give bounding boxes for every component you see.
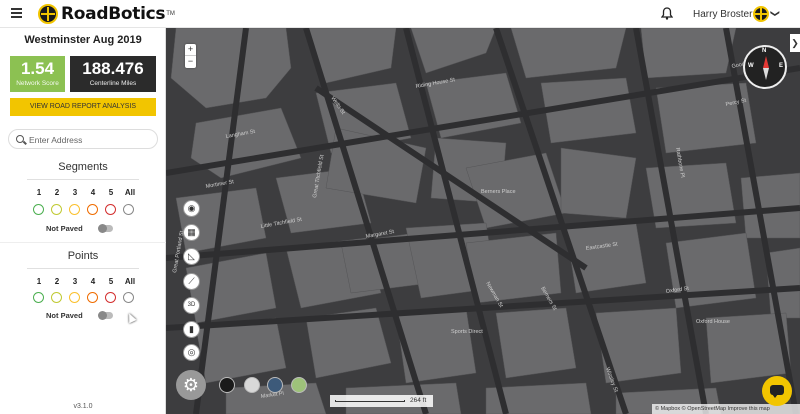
sidebar: Westminster Aug 2019 1.54 Network Score … [0,28,166,414]
scale-line [335,400,405,402]
zoom-out-button[interactable]: − [185,56,196,68]
points-rating-3-toggle[interactable] [69,292,80,303]
app-version: v3.1.0 [73,403,93,410]
network-score-label: Network Score [16,80,59,87]
points-rating-toggles [33,292,141,303]
place-label: Sports Direct [451,329,483,335]
settings-gear-icon[interactable]: ⚙ [176,370,206,400]
segments-divider [27,179,139,180]
measure-icon[interactable]: ◺ [183,248,200,265]
mouse-cursor [125,311,137,324]
map-canvas[interactable]: Wells St Mortimer St Little Titchfield S… [166,28,800,414]
zoom-in-button[interactable]: + [185,44,196,56]
points-rating-4-label: 4 [90,277,96,286]
place-label: Oxford House [696,319,730,325]
right-panel-chevron-icon[interactable]: ❯ [790,34,800,52]
points-rating-5-toggle[interactable] [105,292,116,303]
points-rating-4-toggle[interactable] [87,292,98,303]
centerline-miles-value: 188.476 [82,59,144,78]
address-search[interactable] [8,129,158,149]
map-basemap: Wells St Mortimer St Little Titchfield S… [166,28,800,414]
segments-rating-5-toggle[interactable] [105,204,116,215]
centerline-miles-label: Centerline Miles [89,80,137,87]
centerline-miles-card: 188.476 Centerline Miles [70,56,156,92]
notification-bell-icon[interactable] [661,7,673,20]
chat-support-icon[interactable] [762,376,792,406]
points-rating-all-toggle[interactable] [123,292,134,303]
segments-rating-1-toggle[interactable] [33,204,44,215]
basemap-dark-button[interactable] [219,377,235,393]
hamburger-menu-icon[interactable] [11,8,22,18]
camera-icon[interactable]: ◉ [183,200,200,217]
segments-rating-2-label: 2 [54,188,60,197]
segments-rating-all-label: All [124,188,136,197]
compass-west-label: W [748,63,754,69]
points-rating-2-label: 2 [54,277,60,286]
network-score-value: 1.54 [20,59,55,78]
logo-text: RoadBotics [61,4,166,24]
points-rating-1-label: 1 [36,277,42,286]
segments-not-paved-label: Not Paved [46,224,83,233]
project-title: Westminster Aug 2019 [24,34,142,46]
scale-label: 264 ft [410,397,427,404]
segments-not-paved-toggle[interactable] [98,224,113,233]
points-not-paved-label: Not Paved [46,311,83,320]
segments-rating-4-toggle[interactable] [87,204,98,215]
basemap-satellite-button[interactable] [267,377,283,393]
basemap-terrain-button[interactable] [291,377,307,393]
compass-north-label: N [762,48,767,54]
segments-title: Segments [58,161,108,173]
points-rating-labels: 1 2 3 4 5 All [31,277,141,286]
segments-rating-4-label: 4 [90,188,96,197]
panel-divider [0,242,166,243]
segments-rating-labels: 1 2 3 4 5 All [31,188,141,197]
user-avatar[interactable] [753,6,769,22]
map-scale-bar: 264 ft [330,395,433,407]
address-search-input[interactable] [29,133,154,146]
logo-mark-icon [38,4,58,24]
network-score-card: 1.54 Network Score [10,56,65,92]
segments-rating-all-toggle[interactable] [123,204,134,215]
points-divider [27,268,139,269]
ruler-icon[interactable]: ⟋ [183,273,200,290]
zoom-control: + − [185,44,196,68]
points-rating-5-label: 5 [108,277,114,286]
basemap-streets-button[interactable] [244,377,260,393]
3d-icon[interactable]: 3D [183,297,200,314]
top-bar: RoadBotics TM Harry Broster ❯ [0,0,800,28]
compass[interactable]: N W E [743,45,787,89]
points-rating-2-toggle[interactable] [51,292,62,303]
trash-icon[interactable]: ▮ [183,321,200,338]
place-label: Berners Place [481,189,516,195]
points-rating-3-label: 3 [72,277,78,286]
layers-icon[interactable]: ▦ [183,224,200,241]
segments-rating-3-label: 3 [72,188,78,197]
user-name[interactable]: Harry Broster [693,9,752,20]
points-rating-all-label: All [124,277,136,286]
locate-icon[interactable]: ◎ [183,344,200,361]
search-icon [16,135,24,143]
segments-rating-1-label: 1 [36,188,42,197]
view-road-report-button[interactable]: VIEW ROAD REPORT ANALYSIS [10,98,156,116]
segments-rating-2-toggle[interactable] [51,204,62,215]
segments-rating-5-label: 5 [108,188,114,197]
compass-needle-south [763,68,769,80]
compass-east-label: E [779,63,784,69]
user-menu-chevron-down-icon[interactable]: ❯ [769,10,780,18]
roadbotics-logo[interactable]: RoadBotics TM [38,4,175,24]
points-rating-1-toggle[interactable] [33,292,44,303]
segments-rating-toggles [33,204,141,215]
segments-rating-3-toggle[interactable] [69,204,80,215]
points-not-paved-toggle[interactable] [98,311,113,320]
compass-needle-north [763,56,769,68]
logo-tm: TM [166,11,175,17]
points-title: Points [67,250,99,262]
